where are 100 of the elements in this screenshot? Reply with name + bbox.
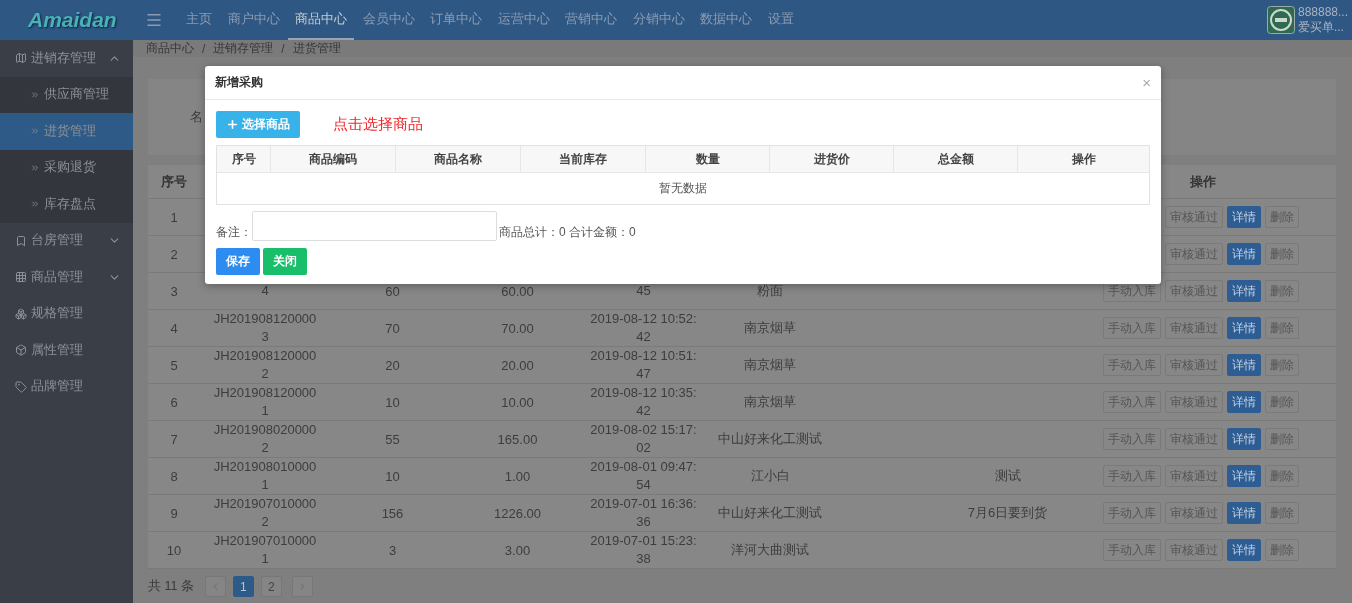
sidebar-item-icon — [15, 344, 27, 357]
sidebar-item-icon — [15, 52, 27, 65]
column-header: 序号 — [231, 150, 256, 168]
table-cell: 测试 — [994, 467, 1021, 485]
double-chevron-icon — [30, 89, 40, 100]
table-cell: 8 — [170, 468, 178, 484]
table-cell: 165.00 — [497, 431, 538, 447]
sidebar-subitem[interactable]: 采购退货 — [0, 149, 133, 186]
table-cell: 1 — [170, 209, 178, 225]
table-cell: 10.00 — [501, 394, 534, 410]
details-button[interactable]: 详情 — [1227, 391, 1261, 413]
column-header: 操作 — [1071, 150, 1096, 168]
column-header: 总金额 — [937, 150, 974, 168]
details-button[interactable]: 详情 — [1227, 206, 1261, 228]
sidebar-subitem[interactable]: 进货管理 — [0, 113, 133, 150]
table-cell: 10 — [385, 394, 400, 410]
table-cell-text: 2019-08-01 09:47:54 — [589, 458, 698, 494]
logo: Amaidan — [27, 8, 118, 32]
table-cell: 中山好来化工测试 — [718, 430, 822, 448]
table-cell: 3.00 — [504, 542, 531, 558]
table-cell: JH2019080100001 — [212, 458, 318, 494]
close-dialog-button[interactable]: 关闭 — [263, 248, 307, 275]
close-button[interactable]: × — [1142, 74, 1151, 91]
remark-field[interactable] — [252, 211, 497, 241]
table-cell: 60 — [385, 283, 400, 299]
nav-tab[interactable]: 设置 — [760, 0, 801, 40]
table-cell: 中山好来化工测试 — [718, 504, 822, 522]
filter-label: 名 — [190, 108, 203, 126]
menu-icon[interactable] — [145, 11, 163, 29]
table-cell: 10 — [385, 468, 400, 484]
breadcrumb-item: 进货管理 — [292, 40, 341, 57]
nav-tab[interactable]: 商户中心 — [220, 0, 287, 40]
avatar-icon — [1266, 6, 1295, 34]
table-cell: 6 — [170, 394, 178, 410]
table-cell: 2 — [170, 246, 178, 262]
details-button[interactable]: 详情 — [1227, 354, 1261, 376]
sidebar-item[interactable]: 规格管理 — [0, 295, 133, 332]
column-header: 进货价 — [813, 150, 850, 168]
sidebar-item[interactable]: 商品管理 — [0, 259, 133, 296]
user-id: 888888... — [1297, 5, 1348, 20]
table-cell: 20 — [385, 357, 400, 373]
sidebar-subitem[interactable]: 库存盘点 — [0, 186, 133, 223]
empty-message: 暂无数据 — [659, 180, 707, 197]
table-cell: JH2019081200003 — [212, 310, 318, 346]
nav-tab[interactable]: 分销中心 — [625, 0, 692, 40]
breadcrumb-item[interactable]: 商品中心 — [146, 40, 194, 57]
details-button[interactable]: 详情 — [1227, 280, 1261, 302]
page-button[interactable]: 1 — [232, 576, 254, 597]
table-cell: 洋河大曲测试 — [731, 541, 809, 559]
sidebar-subitem[interactable]: 供应商管理 — [0, 76, 133, 113]
nav-tab[interactable]: 运营中心 — [490, 0, 557, 40]
table-cell-text: 2019-08-02 15:17:02 — [589, 421, 698, 457]
table-cell: 20.00 — [501, 357, 534, 373]
save-button[interactable]: 保存 — [216, 248, 260, 275]
breadcrumb-item[interactable]: 进销存管理 — [213, 40, 274, 57]
remark-label: 备注： — [216, 224, 252, 241]
table-cell: 3 — [170, 283, 178, 299]
details-button[interactable]: 详情 — [1227, 243, 1261, 265]
table-cell: 9 — [170, 505, 178, 521]
column-header: 当前库存 — [559, 150, 607, 168]
nav-tab[interactable]: 主页 — [179, 0, 219, 40]
table-cell: 4 — [261, 282, 269, 300]
table-cell: 南京烟草 — [744, 393, 796, 411]
sidebar-item-icon — [15, 380, 27, 393]
sidebar-item-icon — [15, 234, 27, 247]
table-cell: JH2019070100002 — [212, 495, 318, 531]
details-button[interactable]: 详情 — [1227, 539, 1261, 561]
nav-tab[interactable]: 会员中心 — [355, 0, 422, 40]
sidebar-item-icon — [15, 271, 27, 284]
table-cell-text: 2019-07-01 15:23:38 — [589, 532, 698, 568]
table-cell: 7月6日要到货 — [967, 504, 1048, 522]
table-cell: 70.00 — [501, 320, 534, 336]
table-cell: JH2019070100001 — [212, 532, 318, 568]
details-button[interactable]: 详情 — [1227, 428, 1261, 450]
nav-tab[interactable]: 订单中心 — [423, 0, 489, 40]
select-product-button[interactable]: 选择商品 — [216, 111, 300, 138]
plus-icon — [226, 118, 239, 131]
total-count: 共 11 条 — [148, 578, 194, 595]
sidebar-item-icon — [15, 307, 27, 320]
column-header: 序号 — [161, 172, 187, 191]
table-cell: 60.00 — [501, 283, 534, 299]
sidebar-item[interactable]: 进销存管理 — [0, 40, 133, 77]
table-cell: 南京烟草 — [744, 356, 796, 374]
details-button[interactable]: 详情 — [1227, 502, 1261, 524]
nav-tab[interactable]: 营销中心 — [558, 0, 624, 40]
nav-tab[interactable]: 数据中心 — [693, 0, 759, 40]
table-cell: 70 — [385, 320, 400, 336]
table-cell: 粉面 — [757, 282, 783, 300]
details-button[interactable]: 详情 — [1227, 465, 1261, 487]
page-button[interactable]: 2 — [260, 576, 282, 597]
sidebar-item[interactable]: 品牌管理 — [0, 368, 133, 405]
breadcrumb-separator: / — [281, 41, 285, 56]
details-button[interactable]: 详情 — [1227, 317, 1261, 339]
sidebar-item[interactable]: 台房管理 — [0, 222, 133, 259]
table-cell: 7 — [170, 431, 178, 447]
table-cell-text: 2019-08-12 10:51:47 — [589, 347, 698, 383]
sidebar-item[interactable]: 属性管理 — [0, 332, 133, 369]
breadcrumb-separator: / — [202, 41, 206, 56]
column-header: 数量 — [695, 150, 720, 168]
table-cell-text: 2019-08-12 10:35:42 — [589, 384, 698, 420]
